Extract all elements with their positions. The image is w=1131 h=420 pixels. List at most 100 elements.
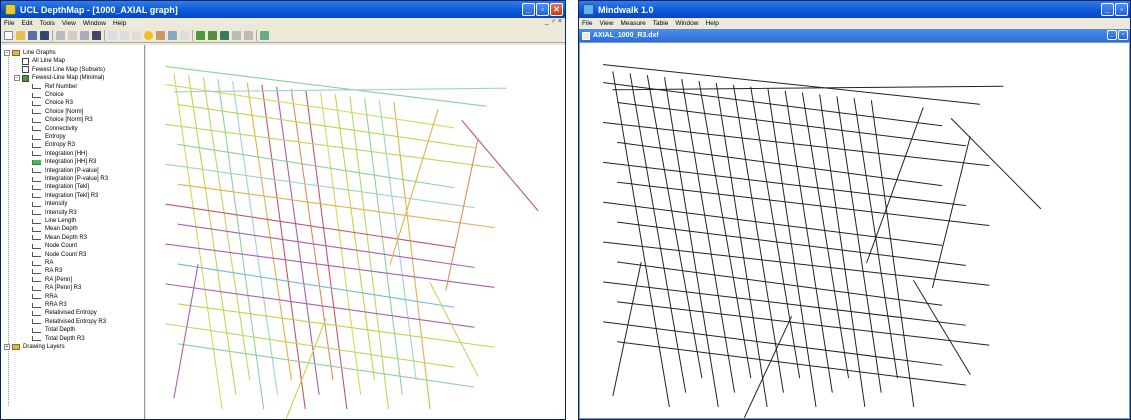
tile-icon[interactable] <box>232 31 241 40</box>
collapse-icon[interactable]: − <box>4 50 10 56</box>
tree-attribute-item[interactable]: Ref Number <box>32 83 77 91</box>
minimize-icon[interactable]: _ <box>522 3 535 16</box>
tree-attribute-item[interactable]: Choice <box>32 91 64 99</box>
menu-measure[interactable]: Measure <box>620 20 645 27</box>
menu-help[interactable]: Help <box>705 20 718 27</box>
menu-table[interactable]: Table <box>653 20 669 27</box>
maximize-icon[interactable]: ▫ <box>1115 3 1128 16</box>
hand-pan-icon[interactable] <box>68 31 77 40</box>
tree-root-line-graphs[interactable]: − Line Graphs <box>4 49 56 57</box>
map-checkbox[interactable] <box>22 66 29 74</box>
tree-attribute-item[interactable]: Relativised Entropy R3 <box>32 318 106 326</box>
tree-label: Relativised Entropy <box>45 310 97 317</box>
open-folder-icon[interactable] <box>16 31 25 40</box>
maximize-icon[interactable]: ▫ <box>536 3 549 16</box>
tree-attribute-item[interactable]: Integration [P-value] R3 <box>32 175 108 183</box>
child-window-controls: _ ▫ <box>1107 30 1128 40</box>
isovist-icon[interactable] <box>120 31 129 40</box>
mdi-controls[interactable]: _ ♂ × <box>545 18 562 25</box>
menu-view[interactable]: View <box>62 20 76 27</box>
tree-attribute-item[interactable]: Integration [HH] R3 <box>32 158 96 166</box>
tree-attribute-item[interactable]: Intensity R3 <box>32 209 77 217</box>
map-checkbox[interactable] <box>22 57 29 65</box>
tree-attribute-item[interactable]: Choice [Norm] R3 <box>32 116 93 124</box>
scatter-view-icon[interactable] <box>208 31 217 40</box>
tree-label: RRA <box>45 293 58 300</box>
map-view-icon[interactable] <box>196 31 205 40</box>
tree-map-item[interactable]: − Fewest-Line Map (Minimal) <box>14 74 104 82</box>
tree-attribute-item[interactable]: Total Depth <box>32 326 75 334</box>
tree-attribute-item[interactable]: Relativised Entropy <box>32 309 97 317</box>
tree-label: Fewest-Line Map (Minimal) <box>32 75 105 82</box>
dxf-child-title-bar[interactable]: AXIAL_1000_R3.dxf _ ▫ <box>579 29 1130 42</box>
tree-attribute-item[interactable]: RA <box>32 259 53 267</box>
fill-icon[interactable] <box>92 31 101 40</box>
map-checkbox[interactable] <box>22 74 29 82</box>
tree-attribute-item[interactable]: Connectivity <box>32 125 78 133</box>
bulb-icon[interactable] <box>144 31 153 40</box>
expand-icon[interactable]: + <box>4 344 10 350</box>
tree-attribute-item[interactable]: Entropy <box>32 133 66 141</box>
tree-attribute-item[interactable]: Integration [P-value] <box>32 167 99 175</box>
tree-drawing-layers[interactable]: + Drawing Layers <box>4 343 65 351</box>
tree-attribute-item[interactable]: Choice R3 <box>32 99 73 107</box>
tree-map-item[interactable]: All Line Map <box>22 57 65 65</box>
menu-window[interactable]: Window <box>83 20 106 27</box>
depthmap-title-bar[interactable]: UCL DepthMap - [1000_AXIAL graph] _ ▫ ✕ <box>1 1 565 18</box>
axial-line <box>173 264 199 399</box>
link-icon[interactable] <box>168 31 177 40</box>
menu-window[interactable]: Window <box>675 20 698 27</box>
line-tool-icon[interactable] <box>132 31 141 40</box>
layer-tree: − Line Graphs All Line Map Fewest Line Map … <box>1 45 145 419</box>
tree-attribute-item[interactable]: Line Length <box>32 217 76 225</box>
axial-line <box>612 85 1004 91</box>
attribute-icon <box>32 126 41 132</box>
zoom-icon[interactable] <box>80 31 89 40</box>
minimize-icon[interactable]: _ <box>1101 3 1114 16</box>
table-view-icon[interactable] <box>220 31 229 40</box>
new-file-icon[interactable] <box>4 31 13 40</box>
menu-help[interactable]: Help <box>113 20 126 27</box>
walk-icon[interactable] <box>156 31 165 40</box>
disk-icon[interactable] <box>40 31 49 40</box>
tree-attribute-item[interactable]: RRA R3 <box>32 301 67 309</box>
maximize-icon[interactable]: ▫ <box>1118 30 1128 40</box>
axial-map-canvas[interactable] <box>146 45 565 419</box>
tree-attribute-item[interactable]: Integration [Tekl] R3 <box>32 192 98 200</box>
tree-attribute-item[interactable]: Intensity <box>32 200 67 208</box>
menu-view[interactable]: View <box>599 20 613 27</box>
tree-attribute-item[interactable]: Mean Depth <box>32 225 78 233</box>
tree-attribute-item[interactable]: Integration [HH] <box>32 150 87 158</box>
menu-edit[interactable]: Edit <box>21 20 32 27</box>
save-icon[interactable] <box>28 31 37 40</box>
tree-label: Mean Depth R3 <box>45 234 88 241</box>
3d-view-icon[interactable] <box>260 31 269 40</box>
menu-file[interactable]: File <box>4 20 14 27</box>
tree-attribute-item[interactable]: Node Count <box>32 242 77 250</box>
toolbar-separator <box>52 30 53 41</box>
tree-attribute-item[interactable]: RA [Penn] <box>32 276 72 284</box>
minimize-icon[interactable]: _ <box>1107 30 1117 40</box>
menu-tools[interactable]: Tools <box>40 20 55 27</box>
tree-attribute-item[interactable]: Mean Depth R3 <box>32 234 87 242</box>
close-icon[interactable]: ✕ <box>550 3 563 16</box>
tree-attribute-item[interactable]: RRA <box>32 293 58 301</box>
select-arrow-icon[interactable] <box>56 31 65 40</box>
tree-attribute-item[interactable]: RA R3 <box>32 267 62 275</box>
tree-map-item[interactable]: Fewest Line Map (Subsets) <box>22 66 105 74</box>
attribute-icon <box>32 159 41 165</box>
mindwalk-title-bar[interactable]: Mindwalk 1.0 _ ▫ <box>579 1 1130 18</box>
unlink-icon[interactable] <box>180 31 189 40</box>
tree-attribute-item[interactable]: Entropy R3 <box>32 141 75 149</box>
cascade-icon[interactable] <box>244 31 253 40</box>
tree-attribute-item[interactable]: Total Depth R3 <box>32 335 85 343</box>
tree-attribute-item[interactable]: Node Count R3 <box>32 251 86 259</box>
tree-attribute-item[interactable]: Integration [Tekl] <box>32 183 89 191</box>
tree-attribute-item[interactable]: Choice [Norm] <box>32 108 83 116</box>
attribute-icon <box>32 268 41 274</box>
grid-icon[interactable] <box>108 31 117 40</box>
collapse-icon[interactable]: − <box>14 75 20 82</box>
menu-file[interactable]: File <box>582 20 592 27</box>
tree-attribute-item[interactable]: RA [Penn] R3 <box>32 284 81 292</box>
axial-map-canvas-mono[interactable] <box>579 42 1130 419</box>
